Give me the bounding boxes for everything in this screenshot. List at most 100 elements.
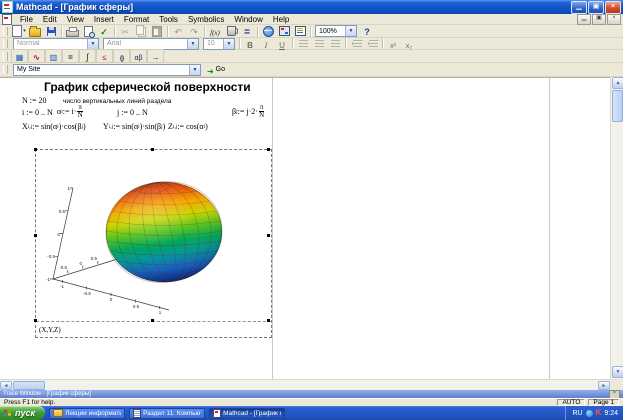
align-left-button[interactable] [295, 37, 311, 50]
go-button[interactable]: Go [203, 63, 229, 76]
calculator-palette-button[interactable] [11, 49, 28, 63]
print-button[interactable] [64, 25, 80, 38]
boolean-palette-button[interactable] [96, 49, 113, 63]
toolbar-grip[interactable] [3, 39, 8, 48]
scroll-left-button[interactable] [0, 381, 12, 390]
math-z-definition[interactable]: Zi,j := cos(α i) [168, 122, 208, 131]
menu-file[interactable]: File [15, 15, 38, 24]
redo-button[interactable] [186, 25, 202, 38]
subscript-button[interactable] [401, 37, 417, 50]
undo-button[interactable] [170, 25, 186, 38]
resize-handle-top-left[interactable] [34, 148, 37, 151]
resize-handle-top-center[interactable] [151, 148, 154, 151]
font-dropdown-icon[interactable]: ▼ [187, 38, 198, 49]
math-n-definition[interactable]: N := 20 [22, 96, 47, 105]
symbolic-palette-button[interactable] [147, 49, 164, 63]
matrix-palette-button[interactable] [45, 49, 62, 63]
child-minimize-button[interactable]: ▁ [577, 13, 591, 25]
toolbar-grip[interactable] [3, 26, 8, 36]
taskbar-button-mathcad[interactable]: Mathcad - [График с... [209, 407, 286, 419]
scroll-up-button[interactable] [612, 77, 623, 89]
math-range-j[interactable]: j := 0 .. N [117, 108, 148, 117]
taskbar-button-document[interactable]: Раздел 11. Компьют... [129, 407, 206, 419]
menu-edit[interactable]: Edit [38, 15, 62, 24]
paste-button[interactable] [149, 25, 165, 38]
child-close-button[interactable]: × [607, 13, 621, 25]
surface-plot-region[interactable]: 1 0.5 0 -0.5 -1 -1 -0.5 0 0.5 1 -0.5 0 0.5 (X,Y,Z) [34, 148, 272, 338]
align-center-button[interactable] [311, 37, 327, 50]
worksheet-area[interactable]: График сферической поверхности N := 20 ч… [0, 77, 623, 379]
resize-handle-bottom-left[interactable] [34, 319, 37, 322]
insert-unit-button[interactable] [223, 25, 239, 38]
math-x-definition[interactable]: Xi,j := sin(α i)·cos(β j) [22, 122, 86, 131]
insert-function-button[interactable] [207, 25, 223, 38]
bullet-list-button[interactable] [348, 37, 364, 50]
open-button[interactable] [27, 25, 43, 38]
cut-button[interactable] [117, 25, 133, 38]
new-button[interactable]: ▾ [11, 25, 27, 38]
math-alpha-definition[interactable]: αi := i· π N [57, 104, 83, 119]
check-spelling-button[interactable] [96, 25, 112, 38]
vertical-scrollbar[interactable] [610, 77, 623, 379]
resources-dropdown-icon[interactable]: ▼ [189, 64, 200, 75]
underline-button[interactable] [274, 37, 290, 50]
clock[interactable]: 9:24 [604, 410, 618, 417]
scroll-down-button[interactable] [612, 366, 623, 378]
bold-button[interactable] [242, 37, 258, 50]
print-preview-button[interactable] [80, 25, 96, 38]
copy-button[interactable] [133, 25, 149, 38]
help-button[interactable] [359, 25, 375, 38]
horizontal-scroll-thumb[interactable] [13, 381, 45, 390]
surface-plot[interactable]: 1 0.5 0 -0.5 -1 -1 -0.5 0 0.5 1 -0.5 0 0.5 [36, 150, 271, 322]
m1: := cos(α [177, 122, 204, 131]
title-bar[interactable]: Mathcad - [График сферы] [0, 0, 623, 14]
resize-handle-bottom-right[interactable] [267, 319, 270, 322]
menu-help[interactable]: Help [268, 15, 294, 24]
math-range-i[interactable]: i := 0 .. N [22, 108, 53, 117]
start-button[interactable]: пуск [0, 406, 46, 420]
font-size-combobox[interactable]: 10 ▼ [203, 37, 235, 50]
auto-calc-indicator[interactable]: AUTO [557, 399, 586, 406]
toolbar-grip[interactable] [3, 65, 8, 74]
save-button[interactable] [43, 25, 59, 38]
worksheet-heading[interactable]: График сферической поверхности [44, 80, 251, 94]
menu-view[interactable]: View [62, 15, 89, 24]
taskbar-button-folder[interactable]: Лекции информатика [49, 407, 126, 419]
graph-palette-button[interactable] [28, 49, 45, 63]
font-size-dropdown-icon[interactable]: ▼ [223, 38, 234, 49]
resize-handle-bottom-center[interactable] [151, 319, 154, 322]
child-restore-button[interactable]: ▣ [592, 13, 606, 25]
italic-button[interactable] [258, 37, 274, 50]
language-indicator[interactable]: RU [572, 410, 582, 417]
minimize-button[interactable] [571, 0, 587, 14]
plot-frame[interactable]: 1 0.5 0 -0.5 -1 -1 -0.5 0 0.5 1 -0.5 0 0.5 [34, 148, 271, 322]
windows-taskbar: пуск Лекции информатика Раздел 11. Компь… [0, 406, 623, 420]
worksheet-icon[interactable] [2, 13, 12, 25]
superscript-button[interactable] [385, 37, 401, 50]
vertical-scroll-thumb[interactable] [612, 90, 623, 122]
resize-handle-top-right[interactable] [267, 148, 270, 151]
math-beta-definition[interactable]: βj := j·2· π N [232, 104, 265, 119]
resources-combobox[interactable]: My Site ▼ [13, 63, 201, 76]
horizontal-scrollbar[interactable] [0, 379, 610, 390]
resource-center-button[interactable] [292, 25, 308, 38]
tray-app-icon[interactable] [585, 409, 593, 417]
zoom-dropdown-icon[interactable]: ▼ [345, 26, 356, 36]
insert-hyperlink-button[interactable] [260, 25, 276, 38]
plot-function-placeholder[interactable]: (X,Y,Z) [36, 322, 271, 337]
programming-palette-button[interactable] [113, 49, 130, 63]
close-button[interactable] [605, 0, 621, 14]
trace-window-titlebar[interactable]: Trace Window - [График сферы] × [0, 389, 623, 399]
resize-handle-mid-left[interactable] [34, 234, 37, 237]
resize-handle-mid-right[interactable] [267, 234, 270, 237]
zoom-combobox[interactable]: 100% ▼ [315, 25, 357, 37]
math-y-definition[interactable]: Yi,j := sin(α i)·sin(β j) [103, 122, 165, 131]
evaluation-palette-button[interactable] [62, 49, 79, 63]
antivirus-tray-icon[interactable]: K [596, 409, 602, 417]
align-right-button[interactable] [327, 37, 343, 50]
restore-button[interactable] [588, 0, 604, 14]
calculus-palette-button[interactable] [79, 49, 96, 63]
numbered-list-button[interactable] [364, 37, 380, 50]
toolbar-grip[interactable] [3, 51, 8, 61]
greek-palette-button[interactable] [130, 49, 147, 63]
